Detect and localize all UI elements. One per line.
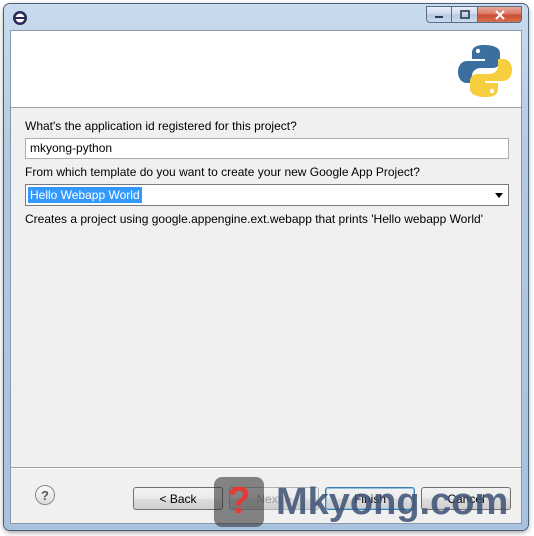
watermark-question-glyph: ?	[227, 480, 251, 522]
chevron-down-icon[interactable]	[495, 193, 503, 198]
minimize-button[interactable]	[426, 6, 452, 23]
wizard-banner	[11, 31, 521, 108]
template-label: From which template do you want to creat…	[25, 165, 420, 179]
template-description: Creates a project using google.appengine…	[25, 212, 483, 226]
watermark-text: Mkyong.com	[276, 480, 509, 523]
window-controls	[426, 6, 522, 24]
app-id-label: What's the application id registered for…	[25, 119, 297, 133]
help-button[interactable]: ?	[35, 485, 55, 505]
template-selected-value: Hello Webapp World	[28, 187, 142, 203]
back-button[interactable]: < Back	[133, 487, 223, 510]
mkyong-watermark: ? Mkyong.com	[214, 474, 508, 530]
eclipse-app-icon	[13, 11, 27, 25]
maximize-icon	[459, 9, 470, 19]
button-bar-separator	[11, 467, 521, 469]
watermark-question-icon: ?	[214, 477, 264, 527]
maximize-button[interactable]	[452, 6, 478, 23]
app-id-input[interactable]: mkyong-python	[25, 138, 509, 159]
close-button[interactable]	[478, 6, 522, 23]
wizard-window: What's the application id registered for…	[4, 4, 528, 530]
minimize-icon	[435, 15, 443, 18]
close-icon	[494, 9, 505, 20]
template-select[interactable]: Hello Webapp World	[25, 184, 509, 206]
title-bar[interactable]	[4, 4, 528, 30]
wizard-content: What's the application id registered for…	[10, 30, 522, 524]
python-logo-icon	[458, 45, 512, 97]
